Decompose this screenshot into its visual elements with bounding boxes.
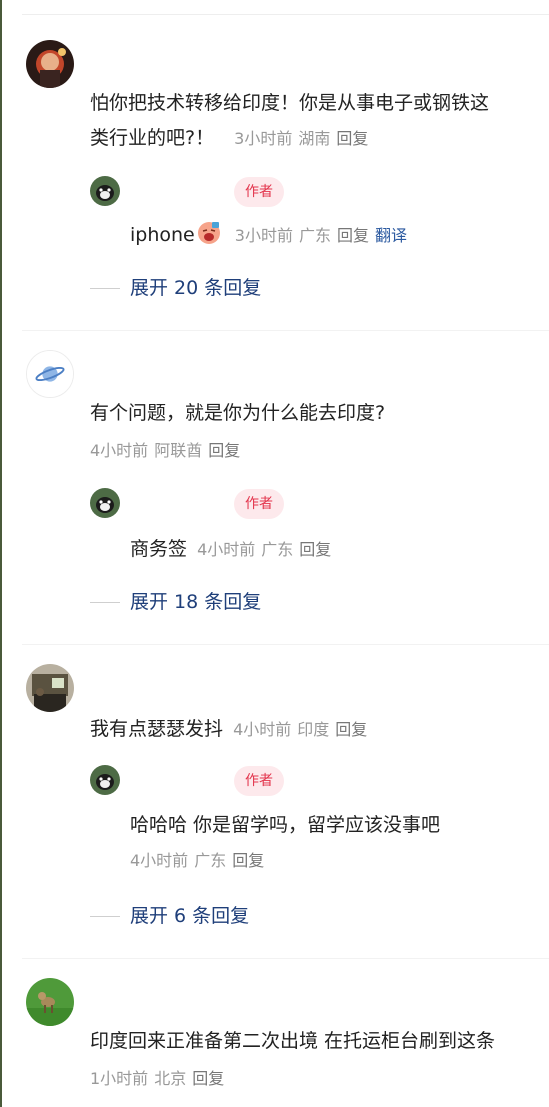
expand-replies-3[interactable]: 展开 6 条回复 — [90, 901, 249, 931]
author-badge-3: 作者 — [234, 766, 284, 796]
expand-dash — [90, 916, 120, 917]
author-reply-3-text: 哈哈哈 你是留学吗，留学应该没事吧 — [130, 814, 441, 836]
author-reply-2-location: 广东 — [261, 540, 294, 559]
comment-2-time: 4小时前 — [90, 441, 149, 460]
comment-4-reply-button[interactable]: 回复 — [192, 1069, 224, 1088]
author-reply-3-location: 广东 — [194, 851, 227, 870]
author-reply-1-text: iphone — [130, 224, 195, 246]
expand-replies-1[interactable]: 展开 20 条回复 — [90, 273, 261, 303]
top-divider — [22, 14, 549, 15]
comment-2-text: 有个问题，就是你为什么能去印度? — [90, 402, 386, 424]
commenter-avatar-4[interactable] — [26, 978, 74, 1026]
comment-1-text-line2: 类行业的吧?！ — [90, 127, 215, 149]
author-badge-2: 作者 — [234, 489, 284, 519]
comment-2-meta: 4小时前 阿联酋 回复 — [90, 434, 246, 468]
comment-1-body: 类行业的吧?！ 3小时前 湖南 回复 — [90, 121, 374, 156]
author-reply-2-text: 商务签 — [130, 538, 188, 560]
author-reply-2-reply-button[interactable]: 回复 — [299, 540, 331, 559]
expand-dash — [90, 288, 120, 289]
author-reply-1: iphone 3小时前 广东 回复 翻译 — [130, 218, 413, 253]
comment-divider — [22, 330, 549, 331]
author-reply-1-translate-button[interactable]: 翻译 — [375, 226, 407, 245]
expand-replies-1-label: 展开 20 条回复 — [130, 277, 262, 299]
comment-1-reply-button[interactable]: 回复 — [336, 129, 368, 148]
author-avatar-2[interactable] — [90, 488, 120, 518]
comment-3-text: 我有点瑟瑟发抖 — [90, 718, 224, 740]
author-reply-2: 商务签 4小时前 广东 回复 — [130, 532, 337, 567]
comment-1-text-line1: 怕你把技术转移给印度！你是从事电子或钢铁这 — [90, 92, 490, 114]
author-reply-1-location: 广东 — [298, 226, 331, 245]
author-avatar-3[interactable] — [90, 765, 120, 795]
commenter-avatar-1[interactable] — [26, 40, 74, 88]
expand-dash — [90, 602, 120, 603]
author-reply-2-time: 4小时前 — [197, 540, 256, 559]
commenter-avatar-3[interactable] — [26, 664, 74, 712]
comment-1-location: 湖南 — [298, 129, 331, 148]
author-reply-3-meta: 4小时前 广东 回复 — [130, 844, 270, 878]
comment-2-reply-button[interactable]: 回复 — [208, 441, 240, 460]
comment-4-location: 北京 — [154, 1069, 187, 1088]
expand-replies-2[interactable]: 展开 18 条回复 — [90, 587, 261, 617]
author-reply-1-reply-button[interactable]: 回复 — [337, 226, 369, 245]
comment-2-location: 阿联酋 — [154, 441, 203, 460]
comment-1-time: 3小时前 — [234, 129, 293, 148]
commenter-avatar-2[interactable] — [26, 350, 74, 398]
comment-4-time: 1小时前 — [90, 1069, 149, 1088]
expand-replies-3-label: 展开 6 条回复 — [130, 905, 250, 927]
expand-replies-2-label: 展开 18 条回复 — [130, 591, 262, 613]
author-reply-3-time: 4小时前 — [130, 851, 189, 870]
comment-3-location: 印度 — [297, 720, 330, 739]
comment-3-reply-button[interactable]: 回复 — [335, 720, 367, 739]
comment-divider — [22, 644, 549, 645]
comment-4-meta: 1小时前 北京 回复 — [90, 1062, 230, 1096]
comment-divider — [22, 958, 549, 959]
author-reply-1-time: 3小时前 — [234, 226, 293, 245]
author-avatar-1[interactable] — [90, 176, 120, 206]
comment-3-body: 我有点瑟瑟发抖 4小时前 印度 回复 — [90, 712, 373, 747]
author-badge-1: 作者 — [234, 177, 284, 207]
crying-face-emoji-icon — [197, 222, 220, 244]
author-reply-3-reply-button[interactable]: 回复 — [232, 851, 264, 870]
comment-4-text: 印度回来正准备第二次出境 在托运柜台刷到这条 — [90, 1030, 496, 1052]
comment-3-time: 4小时前 — [233, 720, 292, 739]
